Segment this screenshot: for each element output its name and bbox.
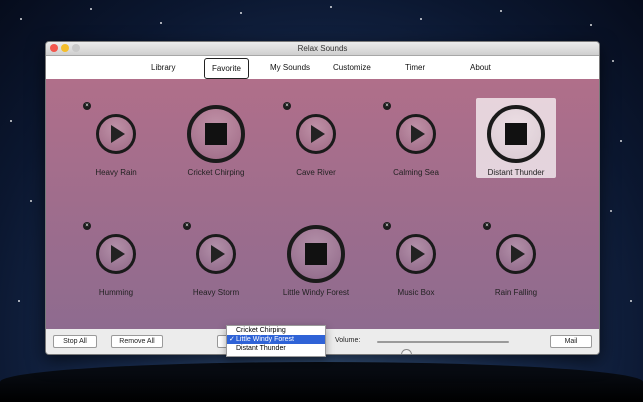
menu-item-label: Cricket Chirping: [236, 327, 286, 334]
tab-library[interactable]: Library: [145, 61, 181, 74]
play-sound-button[interactable]: [196, 234, 236, 274]
remove-all-button[interactable]: Remove All: [111, 335, 163, 348]
sound-label: Calming Sea: [393, 168, 439, 177]
stop-sound-button[interactable]: [287, 225, 345, 283]
menu-item-label: Distant Thunder: [236, 345, 286, 352]
menu-item-label: Little Windy Forest: [236, 336, 294, 343]
tab-my-sounds[interactable]: My Sounds: [264, 61, 316, 74]
play-icon: [411, 125, 425, 143]
play-icon: [111, 245, 125, 263]
tab-customize[interactable]: Customize: [327, 61, 377, 74]
sound-label: Cave River: [296, 168, 336, 177]
play-icon: [511, 245, 525, 263]
mail-button[interactable]: Mail: [550, 335, 592, 348]
stop-icon: [305, 243, 327, 265]
play-icon: [111, 125, 125, 143]
play-icon: [411, 245, 425, 263]
remove-sound-icon[interactable]: ×: [483, 222, 491, 230]
checkmark-icon: ✓: [229, 336, 235, 343]
sound-label: Humming: [98, 288, 134, 297]
play-icon: [211, 245, 225, 263]
stop-all-button[interactable]: Stop All: [53, 335, 97, 348]
play-sound-button[interactable]: [396, 114, 436, 154]
close-window-button[interactable]: [50, 44, 58, 52]
play-sound-button[interactable]: [96, 114, 136, 154]
playing-sounds-menu: Cricket Chirping ✓ Little Windy Forest Dist…: [226, 325, 326, 357]
minimize-window-button[interactable]: [61, 44, 69, 52]
play-sound-button[interactable]: [396, 234, 436, 274]
tab-timer[interactable]: Timer: [399, 61, 431, 74]
remove-sound-icon[interactable]: ×: [183, 222, 191, 230]
volume-label: Volume:: [335, 337, 361, 344]
menu-item[interactable]: Distant Thunder: [227, 344, 325, 353]
sound-label: Distant Thunder: [487, 168, 545, 177]
sound-label: Cricket Chirping: [187, 168, 245, 177]
play-sound-button[interactable]: [296, 114, 336, 154]
stop-sound-button[interactable]: [187, 105, 245, 163]
remove-sound-icon[interactable]: ×: [83, 222, 91, 230]
stop-icon: [205, 123, 227, 145]
app-window: Relax Sounds Library Favorite My Sounds …: [45, 41, 600, 355]
stop-sound-button[interactable]: [487, 105, 545, 163]
sound-label: Heavy Rain: [95, 168, 137, 177]
menu-item[interactable]: Cricket Chirping: [227, 326, 325, 335]
zoom-window-button[interactable]: [72, 44, 80, 52]
tab-about[interactable]: About: [464, 61, 497, 74]
window-controls: [50, 44, 80, 52]
volume-slider[interactable]: [377, 341, 509, 354]
sound-label: Little Windy Forest: [282, 288, 350, 297]
sound-label: Music Box: [397, 288, 435, 297]
landscape-silhouette: [0, 362, 643, 402]
menu-item[interactable]: ✓ Little Windy Forest: [227, 335, 325, 344]
title-bar: Relax Sounds: [46, 42, 599, 56]
tab-bar: Library Favorite My Sounds Customize Tim…: [46, 56, 599, 80]
sound-label: Rain Falling: [494, 288, 538, 297]
remove-sound-icon[interactable]: ×: [383, 222, 391, 230]
sound-label: Heavy Storm: [192, 288, 240, 297]
play-icon: [311, 125, 325, 143]
play-sound-button[interactable]: [96, 234, 136, 274]
window-title: Relax Sounds: [297, 44, 348, 53]
remove-sound-icon[interactable]: ×: [383, 102, 391, 110]
sound-grid: × Heavy Rain Cricket Chirping × Cave River × C…: [46, 79, 599, 329]
stop-icon: [505, 123, 527, 145]
remove-sound-icon[interactable]: ×: [83, 102, 91, 110]
remove-sound-icon[interactable]: ×: [283, 102, 291, 110]
play-sound-button[interactable]: [496, 234, 536, 274]
tab-favorite[interactable]: Favorite: [204, 58, 249, 79]
volume-slider-knob[interactable]: [401, 349, 413, 354]
